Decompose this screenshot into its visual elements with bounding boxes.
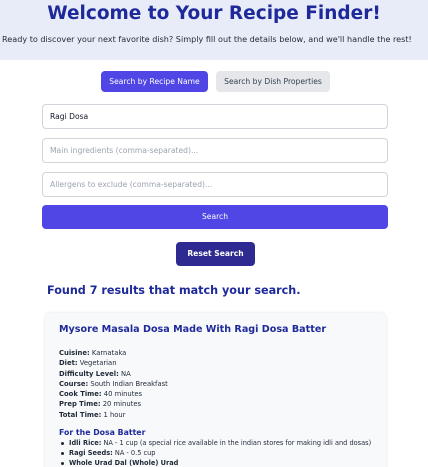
detail-difficulty: Difficulty Level: NA xyxy=(59,369,168,379)
list-item: Ragi Seeds: NA - 0.5 cup xyxy=(59,448,371,458)
ingredients-section-title: For the Dosa Batter xyxy=(59,428,146,437)
tab-search-by-dish-properties[interactable]: Search by Dish Properties xyxy=(216,71,330,92)
ingredient-name: Idli Rice: xyxy=(69,439,102,447)
page-subtitle: Ready to discover your next favorite dis… xyxy=(2,34,412,44)
detail-course: Course: South Indian Breakfast xyxy=(59,379,168,389)
page-title: Welcome to Your Recipe Finder! xyxy=(47,3,381,24)
ingredient-name: Whole Urad Dal (Whole) Urad xyxy=(69,459,179,467)
ingredient-amount: NA - 1 cup (a special rice available in … xyxy=(103,439,372,447)
detail-value: Vegetarian xyxy=(79,359,117,368)
detail-cook-time: Cook Time: 40 minutes xyxy=(59,389,168,399)
main-ingredients-input[interactable] xyxy=(42,138,388,163)
recipe-name-input[interactable] xyxy=(42,104,388,129)
detail-label: Total Time: xyxy=(59,410,102,419)
detail-prep-time: Prep Time: 20 minutes xyxy=(59,399,168,409)
detail-label: Cook Time: xyxy=(59,390,102,399)
ingredient-name: Ragi Seeds: xyxy=(69,449,113,457)
tab-search-by-recipe-name[interactable]: Search by Recipe Name xyxy=(101,71,208,92)
detail-value: NA xyxy=(121,369,131,378)
reset-search-button[interactable]: Reset Search xyxy=(176,242,255,266)
ingredient-amount: NA - 0.5 cup xyxy=(114,449,156,457)
detail-value: South Indian Breakfast xyxy=(90,379,168,388)
recipe-title[interactable]: Mysore Masala Dosa Made With Ragi Dosa B… xyxy=(59,324,326,335)
list-item: Whole Urad Dal (Whole) Urad xyxy=(59,458,371,467)
detail-diet: Diet: Vegetarian xyxy=(59,358,168,368)
detail-cuisine: Cuisine: Karnataka xyxy=(59,348,168,358)
detail-total-time: Total Time: 1 hour xyxy=(59,410,168,420)
hero-banner: Welcome to Your Recipe Finder! Ready to … xyxy=(0,0,428,60)
recipe-card: Mysore Masala Dosa Made With Ragi Dosa B… xyxy=(45,313,386,467)
detail-label: Prep Time: xyxy=(59,400,101,409)
detail-label: Difficulty Level: xyxy=(59,369,119,378)
ingredient-list: Idli Rice: NA - 1 cup (a special rice av… xyxy=(59,438,371,467)
recipe-details: Cuisine: Karnataka Diet: Vegetarian Diff… xyxy=(59,348,168,420)
allergens-input[interactable] xyxy=(42,172,388,197)
detail-value: 20 minutes xyxy=(102,400,142,409)
detail-value: 1 hour xyxy=(103,410,126,419)
search-button[interactable]: Search xyxy=(42,205,388,229)
detail-label: Cuisine: xyxy=(59,349,90,357)
detail-value: Karnataka xyxy=(91,349,127,357)
list-item: Idli Rice: NA - 1 cup (a special rice av… xyxy=(59,438,371,448)
results-count-heading: Found 7 results that match your search. xyxy=(47,284,301,297)
detail-label: Course: xyxy=(59,379,89,388)
detail-label: Diet: xyxy=(59,359,78,368)
detail-value: 40 minutes xyxy=(103,390,143,399)
